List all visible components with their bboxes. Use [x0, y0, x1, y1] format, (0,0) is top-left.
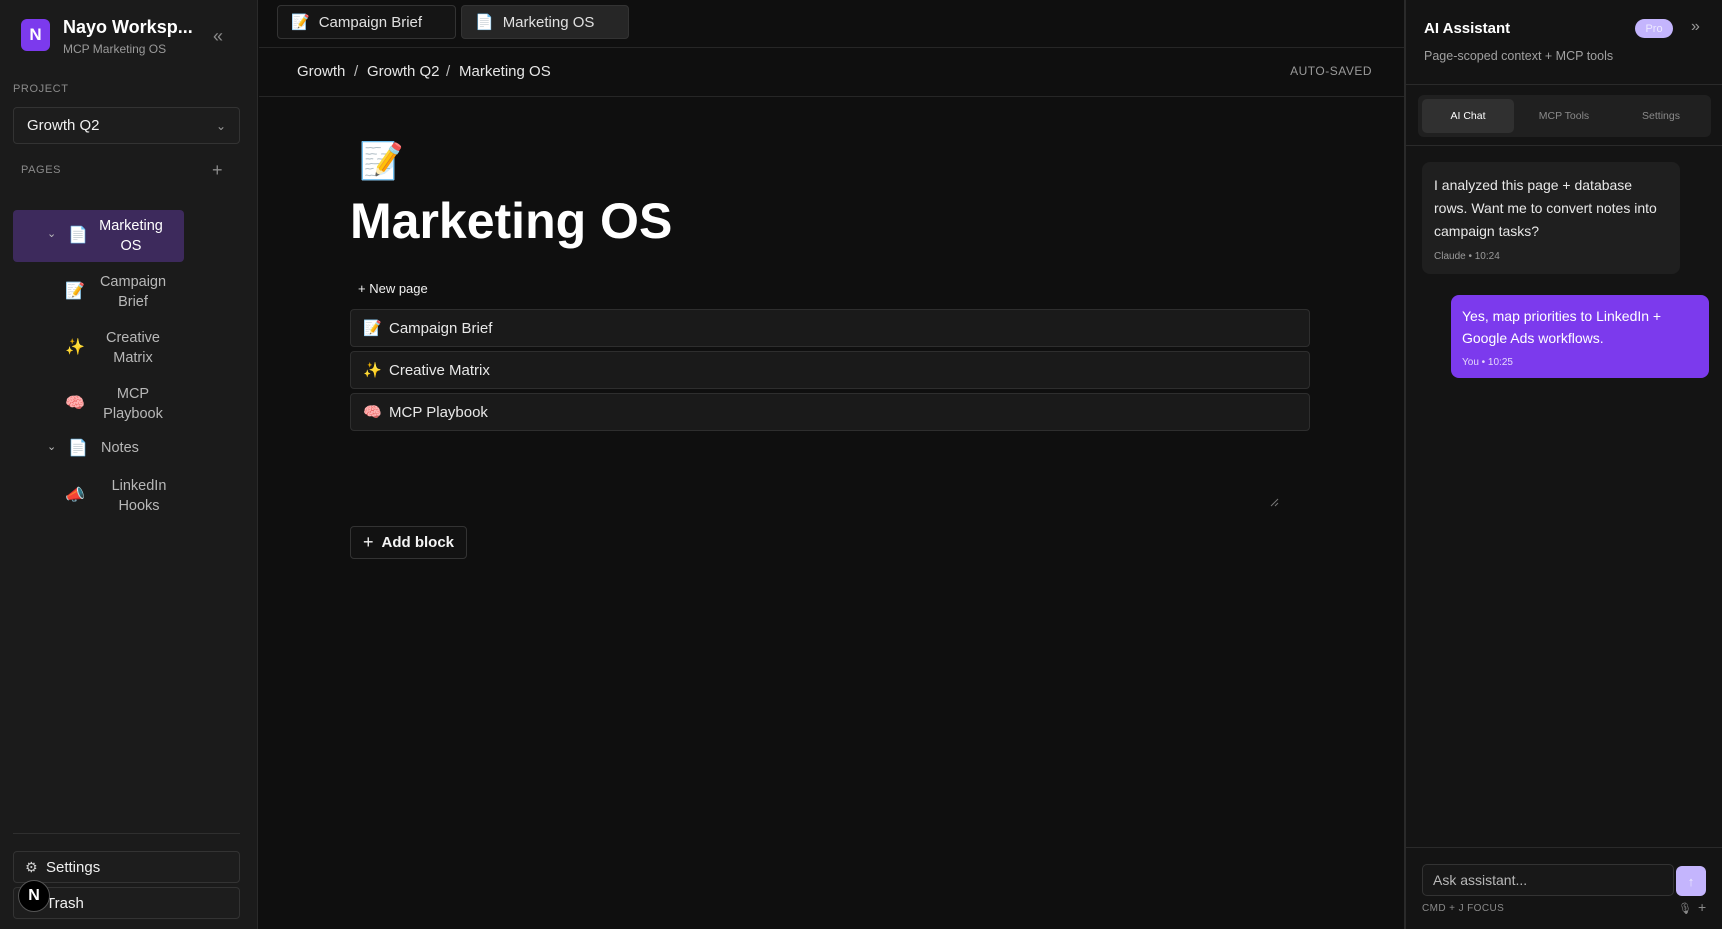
- trash-button-label: Trash: [46, 894, 84, 912]
- project-section-label: PROJECT: [13, 83, 69, 95]
- chevron-down-icon[interactable]: ⌄: [47, 440, 56, 453]
- tab-settings[interactable]: Settings: [1615, 99, 1707, 133]
- settings-button-label: Settings: [46, 858, 101, 876]
- subpage-list: 📝 Campaign Brief ✨ Creative Matrix 🧠 MCP…: [350, 309, 1310, 435]
- page-emoji-icon[interactable]: 📝: [359, 140, 404, 182]
- brain-icon: 🧠: [363, 404, 382, 421]
- workspace-name[interactable]: Nayo Worksp...: [63, 17, 193, 38]
- memo-icon: 📝: [65, 283, 85, 300]
- breadcrumb-item[interactable]: Growth Q2: [367, 63, 440, 80]
- gear-icon: ⚙: [25, 858, 38, 875]
- pro-badge: Pro: [1635, 19, 1673, 38]
- assistant-title: AI Assistant: [1424, 20, 1511, 37]
- sparkles-icon: ✨: [65, 339, 85, 356]
- sidebar-item-campaign-brief[interactable]: 📝 Campaign Brief: [13, 266, 184, 318]
- message-meta: You • 10:25: [1462, 357, 1513, 368]
- megaphone-icon: 📣: [65, 487, 85, 504]
- project-select-value: Growth Q2: [27, 117, 100, 134]
- tab-bar: 📝 Campaign Brief 📄 Marketing OS: [259, 0, 1404, 48]
- assistant-message: I analyzed this page + database rows. Wa…: [1422, 162, 1680, 274]
- page-icon: 📄: [475, 14, 494, 31]
- add-page-icon[interactable]: +: [212, 160, 223, 181]
- settings-button[interactable]: ⚙ Settings: [13, 851, 240, 883]
- workspace-subtitle: MCP Marketing OS: [63, 42, 167, 56]
- brain-icon: 🧠: [65, 395, 85, 412]
- expand-panel-icon[interactable]: »: [1691, 18, 1700, 36]
- message-text: Yes, map priorities to LinkedIn + Google…: [1462, 308, 1662, 346]
- memo-icon: 📝: [363, 320, 382, 337]
- breadcrumb-separator: /: [446, 63, 451, 80]
- plus-icon: +: [363, 532, 374, 552]
- sparkles-icon: ✨: [363, 362, 382, 379]
- autosave-status: AUTO-SAVED: [1290, 64, 1372, 78]
- page-title[interactable]: Marketing OS: [350, 192, 672, 250]
- workspace-logo[interactable]: N: [21, 19, 50, 51]
- add-block-label: Add block: [381, 534, 455, 551]
- subpage-label: Creative Matrix: [389, 361, 490, 379]
- page-icon: 📄: [68, 440, 88, 457]
- main-content: 📝 Campaign Brief 📄 Marketing OS Growth /…: [259, 0, 1404, 929]
- assistant-subtitle: Page-scoped context + MCP tools: [1424, 49, 1614, 63]
- breadcrumb: Growth / Growth Q2 / Marketing OS AUTO-S…: [259, 49, 1404, 97]
- assistant-divider: [1406, 84, 1722, 85]
- sidebar-item-label: Creative Matrix: [106, 330, 160, 366]
- app-root: N Nayo Worksp... MCP Marketing OS « PROJ…: [0, 0, 1722, 929]
- chevron-down-icon: ⌄: [215, 118, 226, 133]
- next-badge-icon[interactable]: N: [18, 880, 50, 912]
- ai-assistant-panel: AI Assistant Pro » Page-scoped context +…: [1404, 0, 1722, 929]
- breadcrumb-item[interactable]: Growth: [297, 63, 345, 80]
- subpage-row-mcp-playbook[interactable]: 🧠 MCP Playbook: [350, 393, 1310, 431]
- sidebar-item-mcp-playbook[interactable]: 🧠 MCP Playbook: [13, 378, 184, 430]
- assistant-tabs: AI Chat MCP Tools Settings: [1418, 95, 1711, 137]
- sidebar: N Nayo Worksp... MCP Marketing OS « PROJ…: [0, 0, 258, 929]
- sidebar-item-linkedin-hooks[interactable]: 📣 LinkedIn Hooks: [13, 470, 184, 522]
- resize-handle-icon[interactable]: [1269, 497, 1279, 507]
- subpage-label: Campaign Brief: [389, 319, 493, 337]
- plus-icon[interactable]: +: [1698, 899, 1706, 915]
- subpage-row-campaign-brief[interactable]: 📝 Campaign Brief: [350, 309, 1310, 347]
- shortcut-hint: CMD + J FOCUS: [1422, 903, 1505, 914]
- message-meta: Claude • 10:24: [1434, 251, 1500, 262]
- sidebar-item-creative-matrix[interactable]: ✨ Creative Matrix: [13, 322, 184, 374]
- breadcrumb-separator: /: [354, 63, 359, 80]
- breadcrumb-item[interactable]: Marketing OS: [459, 63, 551, 80]
- assistant-input[interactable]: [1422, 864, 1674, 896]
- add-block-button[interactable]: + Add block: [350, 526, 468, 559]
- collapse-sidebar-icon[interactable]: «: [207, 25, 229, 47]
- tab-label: Campaign Brief: [318, 13, 423, 31]
- page-icon: 📄: [68, 227, 88, 244]
- new-page-button[interactable]: + New page: [358, 281, 428, 296]
- send-icon[interactable]: ↑: [1676, 866, 1706, 896]
- sidebar-item-label: MCP Playbook: [103, 386, 163, 422]
- microphone-icon[interactable]: 🎙: [1678, 902, 1692, 915]
- message-text: I analyzed this page + database rows. Wa…: [1434, 177, 1657, 239]
- sidebar-item-label: Notes: [101, 440, 139, 456]
- sidebar-item-label: Campaign Brief: [99, 274, 167, 310]
- sidebar-item-notes[interactable]: ⌄ 📄 Notes: [13, 434, 184, 462]
- tab-campaign-brief[interactable]: 📝 Campaign Brief: [277, 5, 456, 39]
- chevron-down-icon[interactable]: ⌄: [47, 227, 56, 240]
- tab-label: Marketing OS: [502, 13, 595, 31]
- tab-marketing-os[interactable]: 📄 Marketing OS: [461, 5, 629, 39]
- assistant-divider: [1406, 847, 1722, 848]
- sidebar-item-label: Marketing OS: [99, 218, 163, 254]
- sidebar-item-label: LinkedIn Hooks: [111, 478, 167, 514]
- tab-mcp-tools[interactable]: MCP Tools: [1518, 99, 1610, 133]
- user-message: Yes, map priorities to LinkedIn + Google…: [1451, 295, 1709, 378]
- sidebar-item-marketing-os[interactable]: ⌄ 📄 Marketing OS: [13, 210, 184, 262]
- project-select[interactable]: Growth Q2 ⌄: [13, 107, 240, 144]
- assistant-divider: [1406, 145, 1722, 146]
- memo-icon: 📝: [291, 14, 310, 31]
- pages-section-label: PAGES: [21, 164, 62, 176]
- subpage-row-creative-matrix[interactable]: ✨ Creative Matrix: [350, 351, 1310, 389]
- subpage-label: MCP Playbook: [389, 403, 488, 421]
- tab-ai-chat[interactable]: AI Chat: [1422, 99, 1514, 133]
- sidebar-divider: [13, 833, 240, 834]
